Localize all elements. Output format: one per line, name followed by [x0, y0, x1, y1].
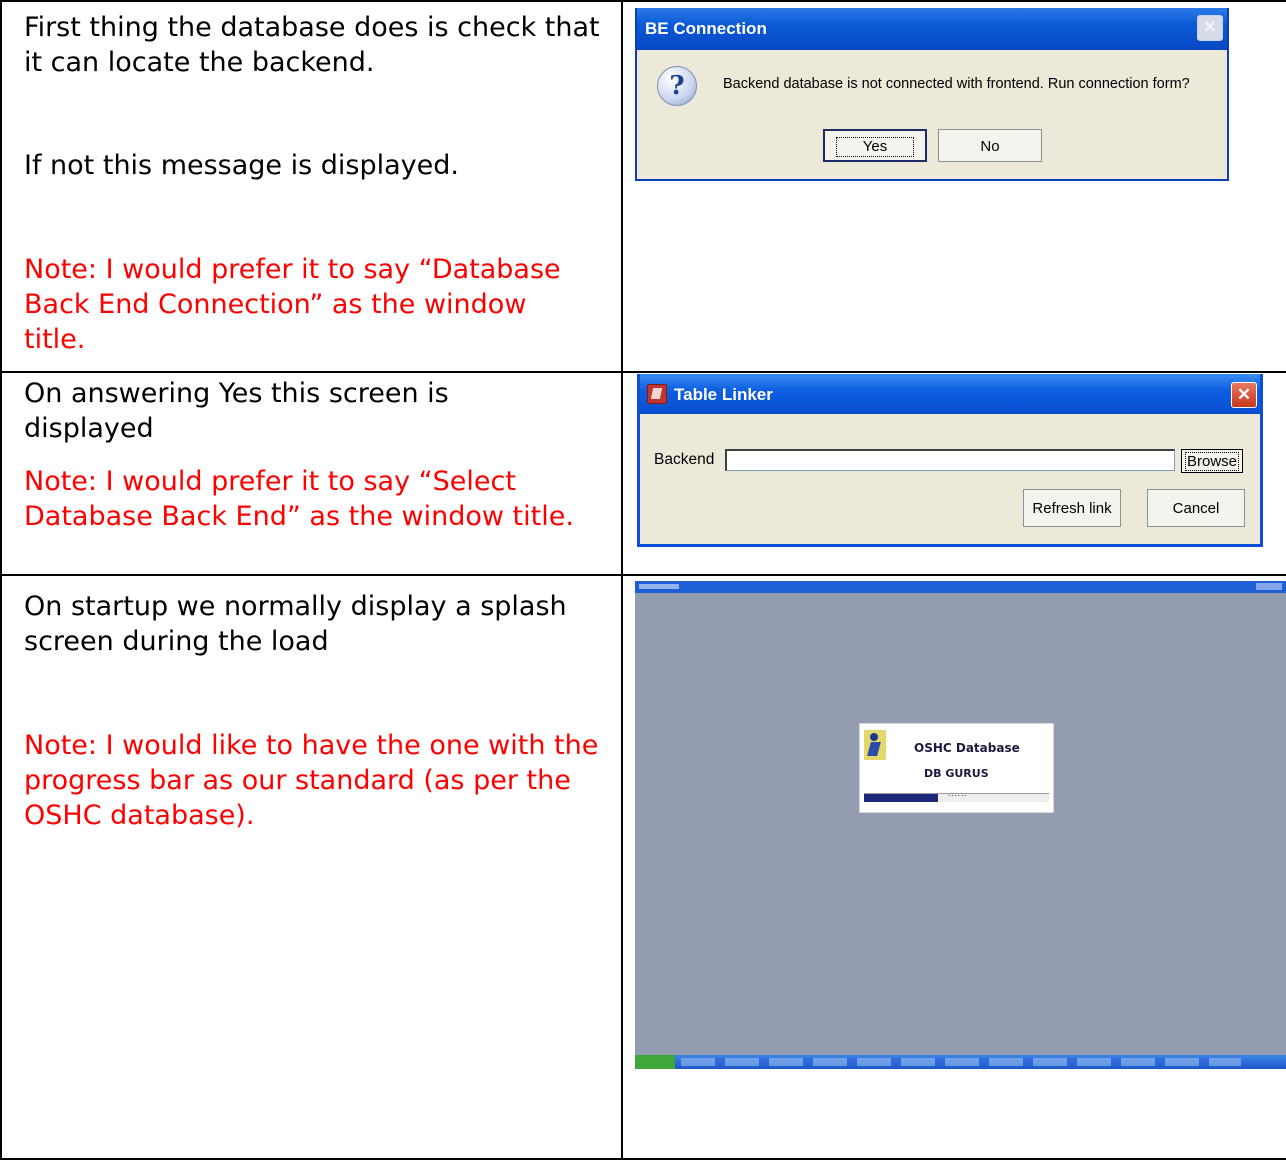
splash-app-name: OSHC Database — [914, 741, 1020, 755]
yes-button[interactable]: Yes — [823, 129, 927, 162]
description-cell: First thing the database does is check t… — [0, 0, 623, 372]
description-text: First thing the database does is check t… — [24, 12, 600, 78]
cancel-button-label: Cancel — [1172, 500, 1220, 517]
backend-path-input[interactable] — [725, 449, 1175, 471]
screenshot-cell: Table Linker ✕ Backend Browse Refresh li… — [623, 372, 1286, 575]
description-text: If not this message is displayed. — [24, 150, 459, 181]
cancel-button[interactable]: Cancel — [1147, 489, 1245, 527]
dialog-titlebar: BE Connection ✕ — [637, 8, 1227, 50]
splash-progress-fill — [864, 794, 938, 802]
screenshot-cell: BE Connection ✕ ? Backend database is no… — [623, 0, 1286, 372]
splash-progress-bar: ...... — [864, 788, 1049, 802]
note-text: Note: I would like to have the one with … — [24, 730, 599, 831]
start-button[interactable] — [635, 1055, 675, 1069]
no-button-label: No — [980, 138, 1000, 155]
backend-label: Backend — [654, 451, 715, 468]
dialog-titlebar: Table Linker ✕ — [640, 374, 1260, 414]
description-cell: On startup we normally display a splash … — [0, 575, 623, 1160]
app-titlebar — [635, 581, 1286, 593]
dialog-title: Table Linker — [674, 385, 773, 404]
runner-logo-icon — [864, 730, 886, 760]
table-linker-dialog: Table Linker ✕ Backend Browse Refresh li… — [637, 374, 1263, 547]
splash-box: OSHC Database DB GURUS ...... — [859, 723, 1054, 813]
refresh-link-button-label: Refresh link — [1032, 500, 1112, 517]
no-button[interactable]: No — [938, 129, 1042, 162]
splash-company: DB GURUS — [924, 767, 989, 780]
description-text: On startup we normally display a splash … — [24, 591, 567, 657]
splash-screenshot: OSHC Database DB GURUS ...... — [635, 581, 1286, 1069]
note-text: Note: I would prefer it to say “Select D… — [24, 466, 574, 532]
document-table: First thing the database does is check t… — [0, 0, 1286, 1160]
be-connection-dialog: BE Connection ✕ ? Backend database is no… — [635, 8, 1229, 181]
close-icon: ✕ — [1236, 385, 1252, 404]
table-row: First thing the database does is check t… — [0, 0, 1286, 372]
screenshot-cell: OSHC Database DB GURUS ...... — [623, 575, 1286, 1160]
note-text: Note: I would prefer it to say “Database… — [24, 254, 561, 355]
close-button[interactable]: ✕ — [1197, 15, 1223, 41]
yes-button-label: Yes — [835, 137, 915, 157]
description-cell: On answering Yes this screen is displaye… — [0, 372, 623, 575]
splash-progress-dots: ...... — [948, 788, 968, 798]
taskbar-items — [681, 1058, 1241, 1066]
close-icon: ✕ — [1203, 19, 1217, 36]
description-text: On answering Yes this screen is displaye… — [24, 378, 449, 444]
question-icon: ? — [657, 66, 697, 106]
dialog-message: Backend database is not connected with f… — [723, 76, 1190, 92]
browse-button[interactable]: Browse — [1181, 449, 1243, 473]
browse-button-label: Browse — [1184, 452, 1240, 471]
table-row: On startup we normally display a splash … — [0, 575, 1286, 1160]
dialog-title: BE Connection — [645, 19, 767, 38]
table-row: On answering Yes this screen is displaye… — [0, 372, 1286, 575]
refresh-link-button[interactable]: Refresh link — [1023, 489, 1121, 527]
close-button[interactable]: ✕ — [1231, 382, 1257, 408]
access-app-icon — [647, 384, 667, 404]
windows-taskbar — [635, 1055, 1286, 1069]
